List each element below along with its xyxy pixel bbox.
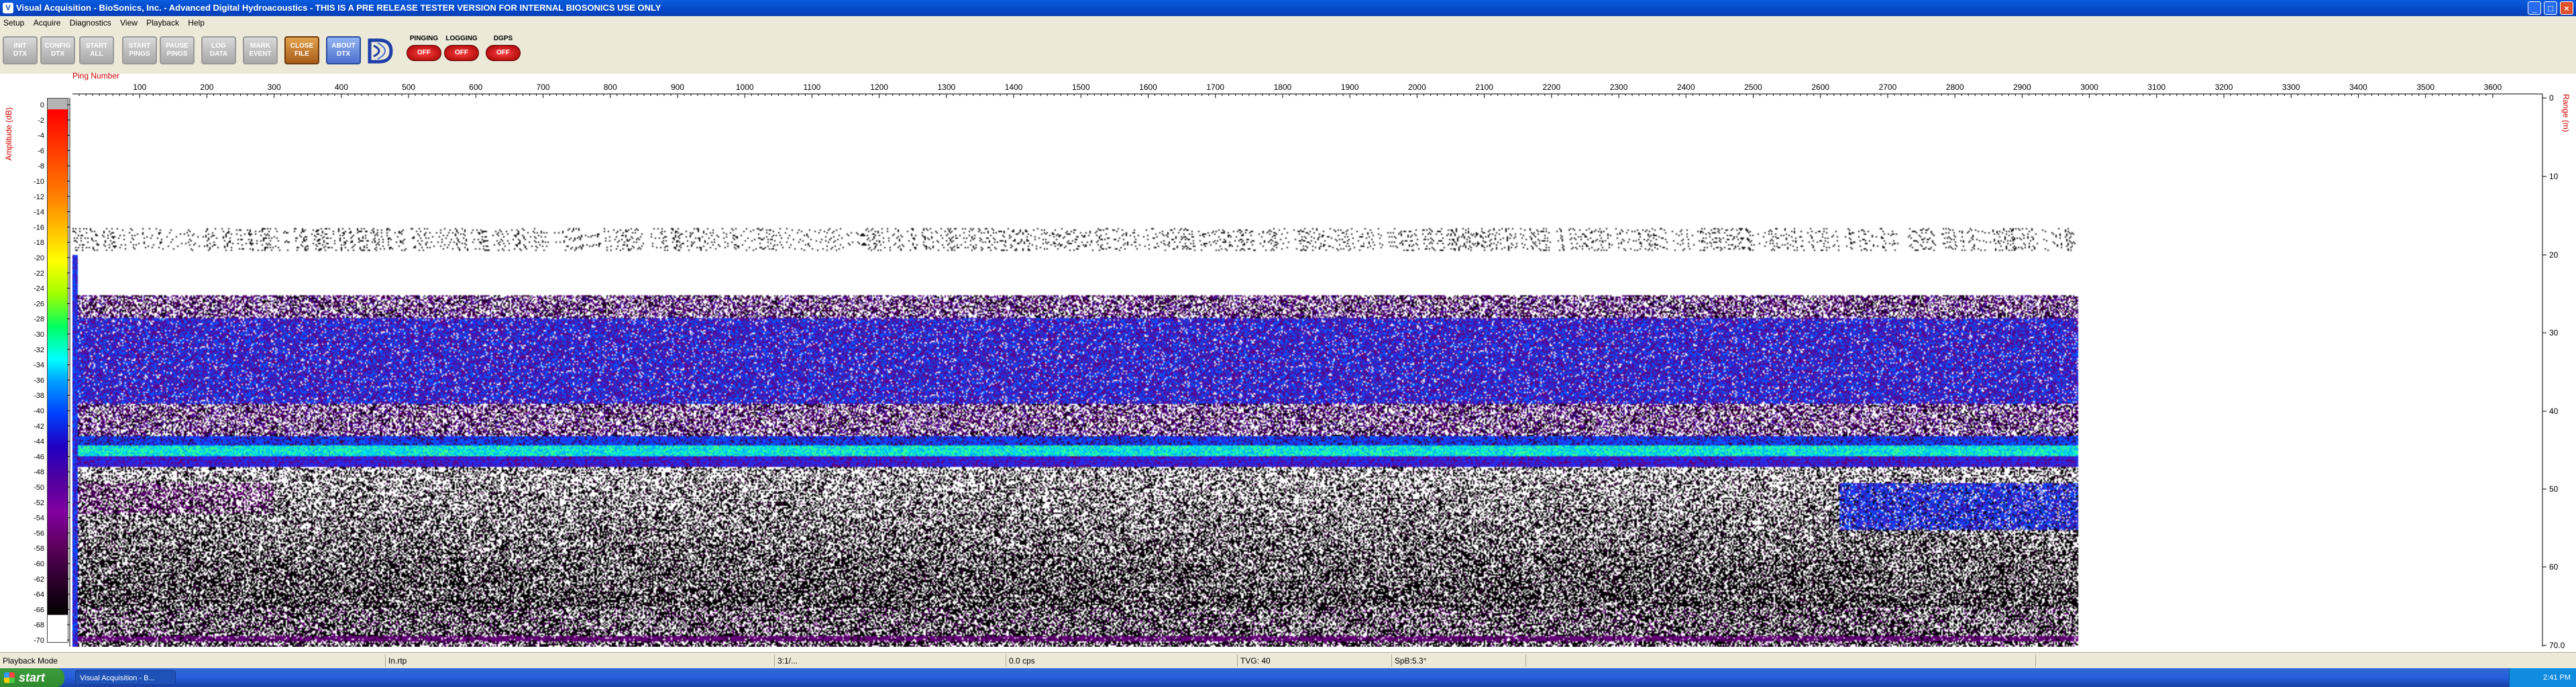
start-all-button[interactable]: START ALL xyxy=(79,36,114,64)
echogram-image[interactable] xyxy=(72,98,2080,647)
maximize-button[interactable]: □ xyxy=(2544,1,2557,15)
minimize-button[interactable]: _ xyxy=(2528,1,2541,15)
close-window-button[interactable]: × xyxy=(2560,1,2573,15)
start-button[interactable]: start xyxy=(0,668,64,687)
init-dtx-button[interactable]: INIT DTX xyxy=(3,36,38,64)
taskbar: start Visual Acquisition - B... 2:41 PM xyxy=(0,668,2576,687)
window-title: Visual Acquisition - BioSonics, Inc. - A… xyxy=(16,3,661,13)
menu-diagnostics[interactable]: Diagnostics xyxy=(66,16,115,30)
pinging-title: PINGING xyxy=(409,35,439,42)
logging-title: LOGGING xyxy=(445,35,478,42)
taskbar-item-visual-acquisition[interactable]: Visual Acquisition - B... xyxy=(75,670,176,685)
dgps-title: DGPS xyxy=(493,35,513,42)
menu-acquire[interactable]: Acquire xyxy=(30,16,64,30)
status-empty-1 xyxy=(1526,655,2036,667)
status-ping: 3:1/... xyxy=(775,655,1006,667)
status-bar: Playback Mode In.rtp 3:1/... 0.0 cps TVG… xyxy=(0,652,2576,669)
status-mode: Playback Mode xyxy=(0,655,386,667)
menu-setup[interactable]: Setup xyxy=(0,16,28,30)
status-file: In.rtp xyxy=(386,655,775,667)
start-label: start xyxy=(19,671,46,684)
logging-indicator: LOGGING OFF xyxy=(443,35,480,67)
range-axis-label: Range (m) xyxy=(2561,94,2571,132)
close-file-button[interactable]: CLOSE FILE xyxy=(284,36,319,64)
pause-pings-button[interactable]: PAUSE PINGS xyxy=(160,36,195,64)
start-pings-button[interactable]: START PINGS xyxy=(122,36,157,64)
menu-playback[interactable]: Playback xyxy=(143,16,182,30)
status-cps: 0.0 cps xyxy=(1006,655,1238,667)
mark-event-button[interactable]: MARK EVENT xyxy=(243,36,278,64)
config-dtx-button[interactable]: CONFIG DTX xyxy=(40,36,75,64)
system-tray-clock: 2:41 PM xyxy=(2509,668,2576,687)
log-data-button[interactable]: LOG DATA xyxy=(201,36,236,64)
title-bar: V Visual Acquisition - BioSonics, Inc. -… xyxy=(0,0,2576,16)
pinging-state: OFF xyxy=(407,45,441,61)
status-spb: SpB:5.3° xyxy=(1392,655,1526,667)
menu-bar: Setup Acquire Diagnostics View Playback … xyxy=(0,16,2576,30)
logging-state: OFF xyxy=(444,45,479,61)
app-icon: V xyxy=(3,3,13,13)
menu-view[interactable]: View xyxy=(117,16,141,30)
amplitude-axis-label: Amplitude (dB) xyxy=(4,107,13,161)
amplitude-colorbar xyxy=(47,98,68,643)
status-empty-2 xyxy=(2036,655,2576,667)
dgps-indicator: DGPS OFF xyxy=(484,35,522,67)
ping-number-label: Ping Number xyxy=(72,71,120,81)
menu-help[interactable]: Help xyxy=(184,16,208,30)
pinging-indicator: PINGING OFF xyxy=(405,35,443,67)
status-tvg: TVG: 40 xyxy=(1238,655,1392,667)
windows-flag-icon xyxy=(4,672,15,683)
dgps-state: OFF xyxy=(486,45,521,61)
about-dtx-button[interactable]: ABOUT DTX xyxy=(326,36,361,64)
biosonics-logo-icon xyxy=(364,36,396,66)
